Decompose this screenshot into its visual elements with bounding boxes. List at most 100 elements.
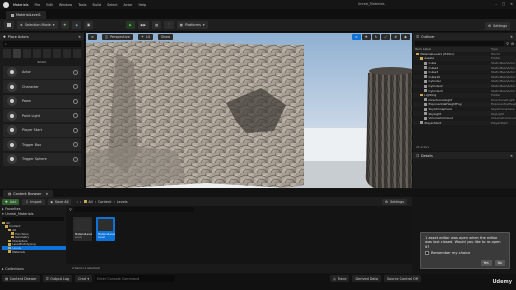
folder-search-input[interactable] [2, 216, 64, 221]
derived-data-button[interactable]: Derived Data [352, 275, 381, 282]
menu-item[interactable]: Build [93, 3, 102, 7]
asset-tile[interactable]: MaterialLevel1Level [73, 217, 92, 241]
unreal-logo-icon[interactable] [3, 1, 9, 8]
tab-content-browser[interactable]: ▤ Content Browser ✕ [3, 190, 54, 197]
breadcrumb-item[interactable]: Content [98, 200, 112, 204]
blueprint-button[interactable]: ◈ [72, 21, 81, 29]
camera-speed-button[interactable]: ◉ [401, 34, 410, 40]
forward-icon[interactable]: › [80, 200, 81, 204]
platforms-button[interactable]: ▦ Platforms ▾ [176, 21, 208, 29]
gear-icon[interactable]: ⚙ [511, 42, 514, 46]
category-lights[interactable] [23, 49, 31, 58]
asset-type: Level [75, 236, 82, 239]
menu-item[interactable]: Select [107, 3, 117, 7]
no-button[interactable]: No [494, 260, 505, 266]
add-label: Add [9, 199, 17, 204]
step-button[interactable]: ▶▶ [137, 21, 149, 29]
menu-item[interactable]: Actor [124, 3, 133, 7]
category-shapes[interactable] [33, 49, 41, 58]
select-tool-button[interactable]: ➤ [351, 34, 361, 40]
add-button[interactable]: ✚ Add [2, 198, 20, 205]
breadcrumb-item[interactable]: Levels [117, 200, 128, 204]
outliner-row[interactable]: PlayerStart PlayerStart [413, 120, 516, 126]
move-tool-button[interactable]: ✥ [361, 34, 371, 40]
info-icon[interactable] [73, 84, 78, 89]
actor-item[interactable]: Character [3, 80, 81, 93]
info-icon[interactable] [73, 156, 78, 162]
cmd-button[interactable]: Cmd ▾ [75, 275, 93, 282]
yes-button[interactable]: Yes [480, 260, 492, 266]
selection-mode-button[interactable]: ➤ Selection Mode ▾ [17, 21, 58, 29]
level-tab-bar: MaterialLevel1 [0, 9, 516, 19]
rotate-tool-button[interactable]: ↻ [371, 34, 381, 40]
asset-tile[interactable]: MaterialLevel1_BuiltLevel [96, 217, 115, 241]
asset-search-input[interactable] [73, 207, 194, 212]
settings-button[interactable]: ⚙ Settings [485, 21, 510, 30]
stop-button[interactable]: ■ [152, 21, 162, 29]
lit-button[interactable]: ☀ Lit [137, 34, 153, 40]
actor-item[interactable]: Point Light [3, 109, 81, 122]
import-button[interactable]: ⇩ Import [22, 198, 45, 205]
menu-item[interactable]: Edit [46, 3, 53, 7]
collections-header[interactable]: ▸ Collections [0, 264, 412, 273]
menu-item[interactable]: Tools [78, 3, 86, 7]
category-basic[interactable] [13, 49, 21, 58]
filter-icon[interactable]: ⛛ [69, 208, 72, 212]
folder-icon [11, 232, 14, 235]
info-icon[interactable] [73, 98, 78, 104]
project-header[interactable]: ▾ Unreal_Materials [0, 211, 66, 216]
info-icon[interactable] [73, 69, 78, 75]
show-button[interactable]: Show [157, 34, 174, 40]
actor-item[interactable]: Pawn [3, 94, 81, 108]
category-visual-effects[interactable] [53, 49, 61, 58]
play-button[interactable]: ▶ [126, 21, 135, 29]
level-viewport[interactable]: ≡ ◫ Perspective ☀ Lit Show ➤ ✥ ↻ ⤢ # ◉ [86, 33, 412, 188]
close-icon[interactable]: ✕ [510, 35, 513, 39]
close-icon[interactable]: ✕ [46, 192, 49, 196]
back-icon[interactable]: ‹ [76, 200, 77, 204]
remember-checkbox[interactable] [425, 251, 429, 256]
tab-level[interactable]: MaterialLevel1 [6, 11, 46, 19]
quick-add-button[interactable]: ✚ [60, 21, 70, 29]
category-geometry[interactable] [63, 49, 71, 58]
actor-item[interactable]: Actor [3, 65, 81, 79]
close-icon[interactable]: ✕ [510, 2, 513, 6]
cb-settings-button[interactable]: ⚙ Settings [382, 198, 407, 205]
actor-label: Pawn [22, 99, 31, 103]
actor-item[interactable]: Player Start [3, 123, 81, 137]
info-icon[interactable] [73, 113, 78, 118]
scale-tool-button[interactable]: ⤢ [381, 34, 391, 40]
console-command-input[interactable]: Enter Console Command [95, 275, 176, 282]
content-drawer-button[interactable]: ▤ Content Drawer [2, 275, 40, 282]
save-all-button[interactable]: ▪ Save All [47, 198, 72, 205]
grid-snap-button[interactable]: # [391, 34, 401, 40]
minimize-icon[interactable]: – [495, 2, 497, 6]
actor-item[interactable]: Trigger Sphere [3, 152, 81, 166]
actor-item[interactable]: Trigger Box [3, 138, 81, 151]
menu-item[interactable]: File [35, 3, 41, 7]
outliner-search-input[interactable] [415, 41, 505, 46]
close-icon[interactable]: ✕ [78, 35, 81, 39]
breadcrumb-item[interactable]: All [88, 200, 92, 204]
folder-tree-item[interactable]: Materials [2, 250, 66, 254]
menu-item[interactable]: Window [59, 3, 72, 7]
menu-item[interactable]: Help [138, 3, 146, 7]
info-icon[interactable] [73, 142, 78, 147]
viewport-menu-button[interactable]: ≡ [88, 34, 97, 40]
source-control-button[interactable]: Source Control Off [383, 275, 421, 282]
category-volumes[interactable] [73, 49, 81, 58]
trace-button[interactable]: ◎ Trace [330, 275, 350, 282]
category-recent[interactable] [3, 49, 11, 58]
filter-icon[interactable]: ⛛ [506, 42, 509, 46]
maximize-icon[interactable]: □ [502, 2, 505, 6]
play-options-button[interactable]: ⋮ [164, 21, 174, 29]
close-icon[interactable]: ✕ [510, 154, 513, 158]
perspective-button[interactable]: ◫ Perspective [101, 34, 133, 40]
search-classes-input[interactable]: ⌕ [3, 41, 81, 47]
info-icon[interactable] [73, 127, 78, 133]
category-cinematic[interactable] [43, 49, 51, 58]
output-log-button[interactable]: ☰ Output Log [42, 275, 73, 282]
cinematics-button[interactable]: ▣ [83, 21, 94, 29]
chevron-right-icon: ▸ [2, 266, 4, 271]
save-button[interactable] [4, 21, 14, 29]
